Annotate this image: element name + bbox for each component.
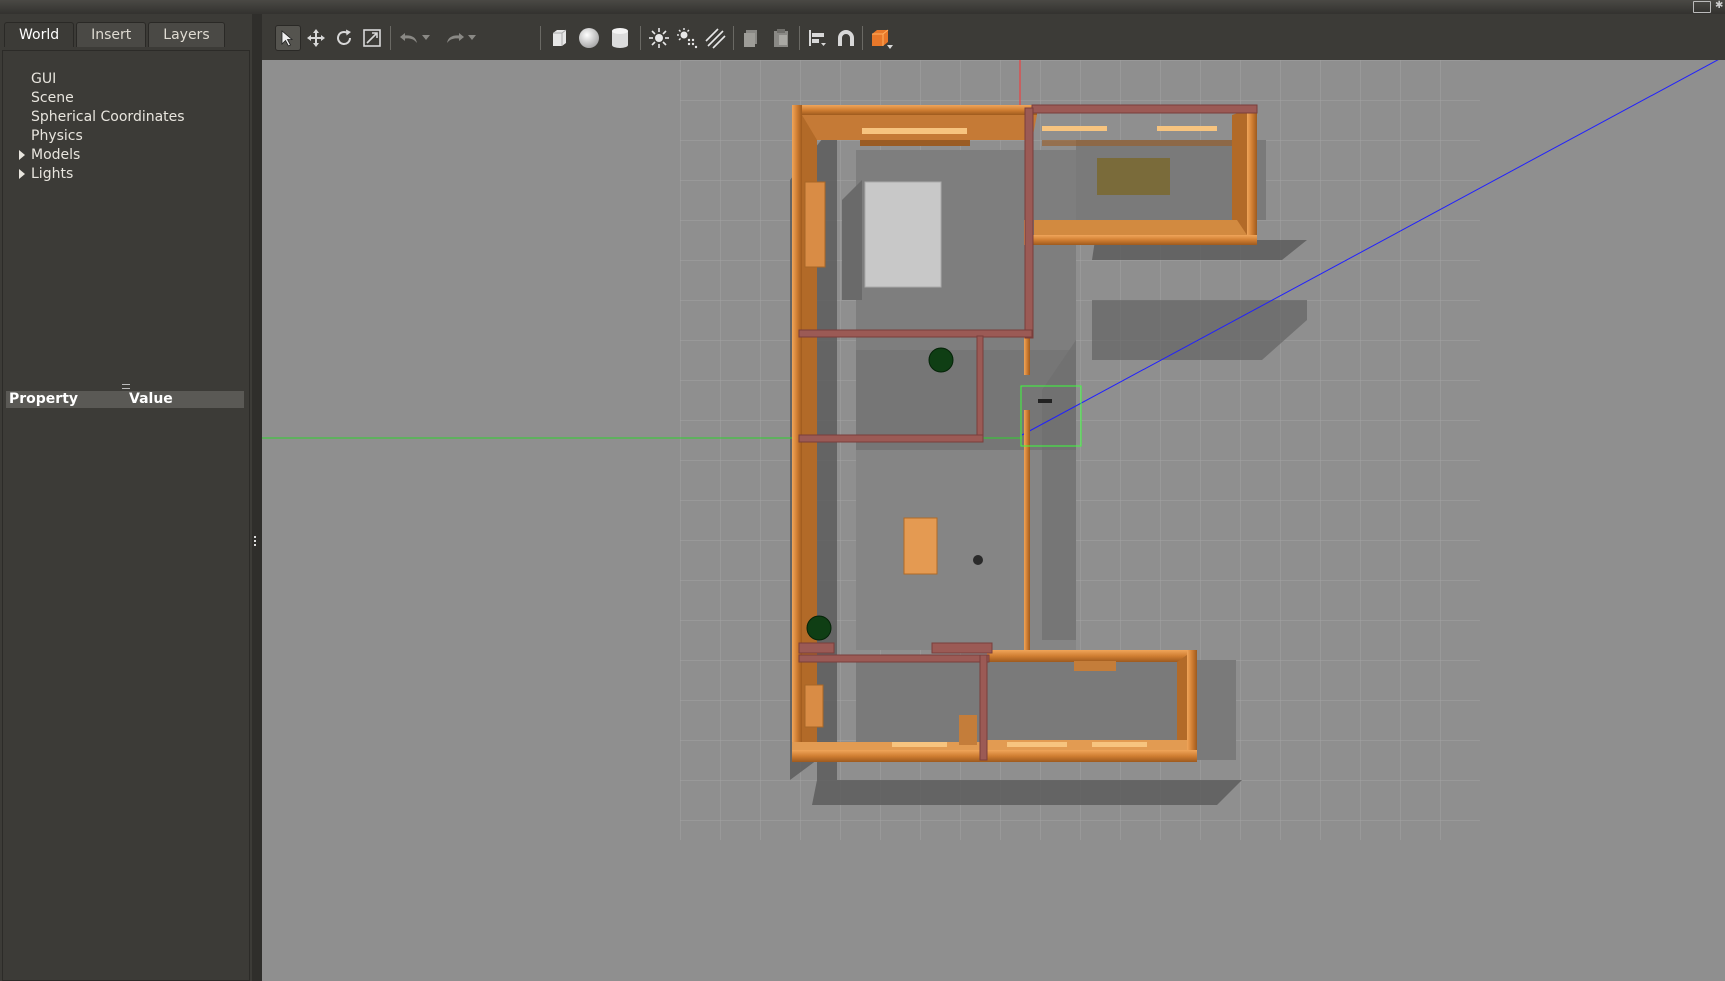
tab-layers[interactable]: Layers: [148, 22, 225, 47]
panel-tabs: World Insert Layers: [4, 22, 227, 48]
tree-item-gui[interactable]: GUI: [31, 70, 56, 88]
chair-model[interactable]: [959, 715, 977, 745]
value-column-header[interactable]: Value: [129, 391, 244, 408]
expand-arrow-icon[interactable]: [19, 169, 25, 179]
left-panel: World Insert Layers GUI Scene Spherical …: [0, 14, 252, 981]
expand-arrow-icon[interactable]: [19, 150, 25, 160]
view-angle-icon[interactable]: [868, 25, 894, 51]
tree-item-scene[interactable]: Scene: [31, 89, 74, 107]
tree-item-label: Models: [31, 147, 81, 163]
settings-icon[interactable]: ✱: [1715, 1, 1725, 11]
cylinder-shape-icon[interactable]: [607, 25, 633, 51]
tab-insert[interactable]: Insert: [76, 22, 147, 47]
tree-item-lights[interactable]: Lights: [19, 165, 74, 183]
tree-item-physics[interactable]: Physics: [31, 127, 83, 145]
panel-splitter-handle[interactable]: [122, 384, 130, 389]
small-object-model[interactable]: [973, 555, 983, 565]
tab-world[interactable]: World: [4, 22, 75, 47]
keyboard-icon[interactable]: [1693, 1, 1711, 13]
sphere-shape-icon[interactable]: [576, 25, 602, 51]
tree-item-label: GUI: [31, 71, 57, 87]
cabinet-model[interactable]: [804, 181, 826, 268]
copy-icon[interactable]: [738, 25, 764, 51]
tree-item-label: Scene: [31, 90, 74, 106]
shelf-model[interactable]: [1074, 661, 1116, 671]
cabinet-model[interactable]: [804, 684, 824, 728]
plant-model[interactable]: [928, 347, 954, 373]
paste-icon[interactable]: [768, 25, 794, 51]
rotate-mode-icon[interactable]: [331, 25, 357, 51]
tree-item-models[interactable]: Models: [19, 146, 81, 164]
snap-icon[interactable]: [833, 25, 859, 51]
robot-model[interactable]: [1038, 399, 1052, 403]
align-icon[interactable]: [804, 25, 830, 51]
table-model[interactable]: [1097, 158, 1170, 195]
toolbar: [262, 14, 1725, 61]
panel-resize-handle[interactable]: [252, 14, 262, 981]
undo-history-icon[interactable]: [419, 25, 433, 51]
bed-model[interactable]: [864, 181, 942, 288]
tree-item-spherical-coordinates[interactable]: Spherical Coordinates: [31, 108, 185, 126]
grip-icon: [254, 536, 261, 546]
box-shape-icon[interactable]: [546, 25, 572, 51]
point-light-icon[interactable]: [646, 25, 672, 51]
redo-history-icon[interactable]: [465, 25, 479, 51]
spot-light-icon[interactable]: [674, 25, 700, 51]
select-mode-icon[interactable]: [275, 25, 301, 51]
scene-canvas[interactable]: [262, 60, 1725, 981]
scene-viewport[interactable]: [262, 60, 1725, 981]
system-top-bar: ✱: [0, 0, 1725, 14]
tree-item-label: Physics: [31, 128, 83, 144]
plant-model[interactable]: [806, 615, 832, 641]
tree-item-label: Spherical Coordinates: [31, 109, 185, 125]
scale-mode-icon[interactable]: [359, 25, 385, 51]
wooden-box-model[interactable]: [903, 517, 938, 575]
translate-mode-icon[interactable]: [303, 25, 329, 51]
property-column-header[interactable]: Property: [6, 391, 129, 408]
world-tree: GUI Scene Spherical Coordinates Physics …: [2, 50, 250, 981]
property-table-header: Property Value: [6, 391, 244, 408]
tree-item-label: Lights: [31, 166, 74, 182]
directional-light-icon[interactable]: [702, 25, 728, 51]
